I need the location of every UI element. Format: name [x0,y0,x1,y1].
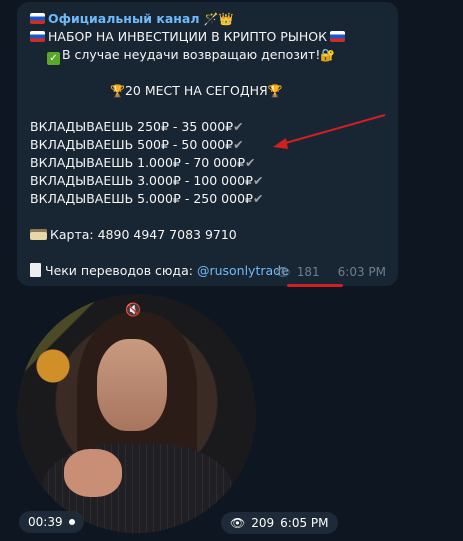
video-views: 209 [251,516,275,530]
russia-flag-icon [30,13,45,24]
eye-icon: 👁 [275,265,291,279]
card-text: Карта: 4890 4947 7083 9710 [50,227,237,242]
offer-line: ВКЛАДЫВАЕШЬ 500₽ - 50 000₽✔ [30,137,244,152]
message-meta: 👁 181 6:03 PM [276,265,387,279]
russia-flag-icon [30,31,45,42]
message-heading: НАБОР НА ИНВЕСТИЦИИ В КРИПТО РЫНОК [48,29,327,44]
offer-line: ВКЛАДЫВАЕШЬ 3.000₽ - 100 000₽✔ [30,173,264,188]
check-icon: ✔ [245,155,256,170]
crown-icon: 🪄👑 [203,12,234,26]
check-icon: ✔ [252,173,264,188]
check-icon: ✔ [233,119,244,134]
check-mark-icon: ✓ [47,52,60,65]
russia-flag-icon [329,31,345,42]
view-count: 181 [296,265,320,279]
hand [64,449,122,497]
offer-line: ВКЛАДЫВАЕШЬ 1.000₽ - 70 000₽✔ [30,155,256,170]
receipt-icon [30,263,41,277]
views-underline [287,284,343,287]
refund-text: В случае неудачи возвращаю депозит! [62,47,321,62]
credit-card-icon [30,229,47,240]
offer-line: ВКЛАДЫВАЕШЬ 5.000₽ - 250 000₽✔ [30,191,264,206]
lock-icon: 🔐 [320,48,336,62]
message-time: 6:03 PM [337,265,386,279]
trophy-icon: 🏆 [110,84,125,98]
video-time: 6:05 PM [280,516,329,530]
face [97,339,167,431]
video-meta: 👁 209 6:05 PM [221,512,338,534]
annotation-arrow [273,114,386,149]
video-message[interactable] [17,294,256,533]
check-icon: ✔ [233,137,244,152]
channel-name[interactable]: Официальный канал [48,11,200,26]
places-text: 20 МЕСТ НА СЕГОДНЯ [124,83,268,98]
receipts-text: Чеки переводов сюда: [45,263,197,278]
video-duration: 00:39 [19,511,84,533]
offer-line: ВКЛАДЫВАЕШЬ 250₽ - 35 000₽✔ [30,119,244,134]
trophy-icon: 🏆 [267,84,283,98]
recording-dot-icon [68,519,75,525]
eye-icon: 👁 [230,516,246,530]
check-icon: ✔ [252,191,264,206]
mute-icon[interactable]: 🔇 [125,303,141,318]
